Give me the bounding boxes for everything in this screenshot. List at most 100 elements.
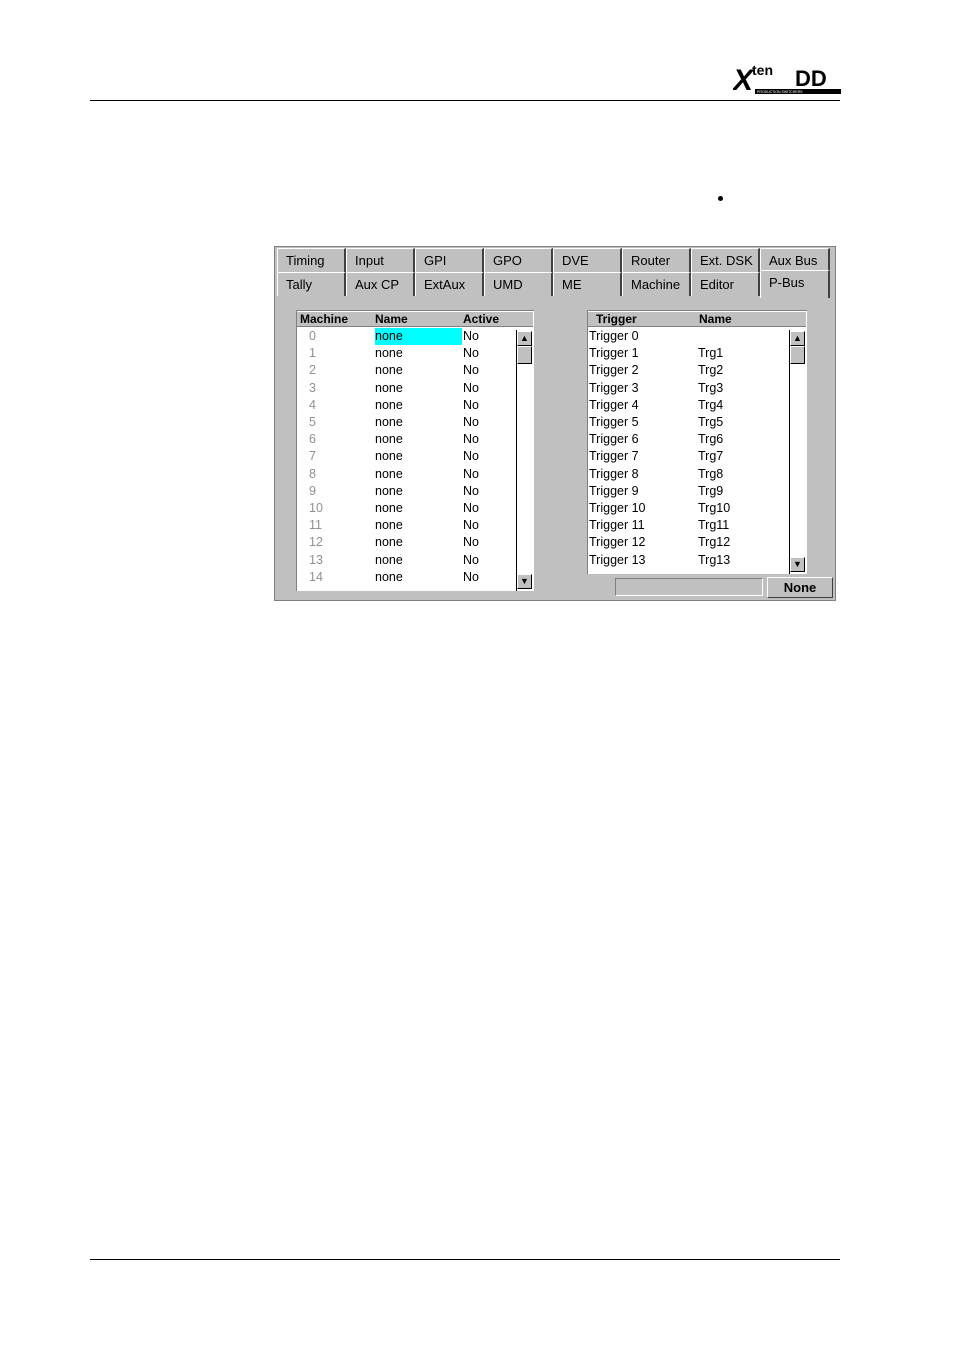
tab-aux-bus[interactable]: Aux Bus bbox=[760, 248, 830, 272]
table-row[interactable]: Trigger 6 Trg6 bbox=[588, 431, 788, 448]
trigger-name: Trg10 bbox=[698, 501, 731, 515]
machine-number: 7 bbox=[309, 449, 316, 464]
tab-router[interactable]: Router bbox=[622, 248, 691, 272]
machine-name: none bbox=[375, 501, 403, 515]
machine-active: No bbox=[463, 535, 479, 550]
tab-editor[interactable]: Editor bbox=[691, 272, 760, 296]
table-row[interactable]: 0 none No bbox=[297, 328, 515, 345]
machine-name: none bbox=[375, 397, 403, 412]
tab-tally[interactable]: Tally bbox=[277, 272, 346, 296]
machine-number: 14 bbox=[309, 569, 323, 584]
header-trigger: Trigger bbox=[596, 312, 637, 326]
machine-name: none bbox=[375, 466, 403, 481]
trigger-name: Trg11 bbox=[698, 518, 730, 533]
table-row[interactable]: 7 none No bbox=[297, 448, 515, 465]
scroll-up-arrow-icon[interactable]: ▲ bbox=[790, 331, 805, 346]
tab-input[interactable]: Input bbox=[346, 248, 415, 272]
tab-gpo[interactable]: GPO bbox=[484, 248, 553, 272]
machine-active: No bbox=[463, 518, 479, 533]
table-row[interactable]: Trigger 4 Trg4 bbox=[588, 397, 788, 414]
table-row[interactable]: Trigger 7 Trg7 bbox=[588, 448, 788, 465]
tab-machine[interactable]: Machine bbox=[622, 272, 691, 296]
tab-timing[interactable]: Timing bbox=[277, 248, 346, 272]
trigger-label: Trigger 1 bbox=[589, 346, 639, 361]
scroll-down-arrow-icon[interactable]: ▼ bbox=[790, 557, 805, 572]
trigger-label: Trigger 7 bbox=[589, 449, 639, 464]
header-active: Active bbox=[463, 312, 500, 326]
machine-number: 8 bbox=[309, 466, 316, 481]
trigger-scrollbar[interactable]: ▲ ▼ bbox=[789, 330, 806, 574]
header-name: Name bbox=[375, 312, 408, 326]
trigger-list[interactable]: Trigger Name Trigger 0 Trigger 1 Trg1 Trigg… bbox=[587, 310, 807, 574]
scroll-thumb[interactable] bbox=[790, 346, 805, 364]
trigger-label: Trigger 3 bbox=[589, 380, 639, 395]
table-row[interactable]: 11 none No bbox=[297, 517, 515, 534]
table-row[interactable]: 10 none No bbox=[297, 500, 515, 517]
table-row[interactable]: Trigger 5 Trg5 bbox=[588, 414, 788, 431]
trigger-label: Trigger 6 bbox=[589, 432, 639, 447]
machine-active: No bbox=[463, 346, 479, 361]
machine-active: No bbox=[463, 397, 479, 412]
trigger-name: Trg4 bbox=[698, 397, 724, 412]
machine-number: 10 bbox=[309, 501, 323, 515]
machine-active: No bbox=[463, 466, 479, 481]
header-rule bbox=[90, 100, 840, 101]
scroll-thumb[interactable] bbox=[517, 346, 532, 364]
tab-extaux[interactable]: ExtAux bbox=[415, 272, 484, 296]
table-row[interactable]: 13 none No bbox=[297, 552, 515, 569]
tab-p-bus[interactable]: P-Bus bbox=[760, 270, 830, 298]
table-row[interactable]: Trigger 2 Trg2 bbox=[588, 362, 788, 379]
machine-name: none bbox=[375, 569, 403, 584]
table-row[interactable]: 5 none No bbox=[297, 414, 515, 431]
scroll-up-arrow-icon[interactable]: ▲ bbox=[517, 331, 532, 346]
trigger-label: Trigger 10 bbox=[589, 501, 646, 515]
table-row[interactable]: Trigger 3 Trg3 bbox=[588, 380, 788, 397]
machine-number: 11 bbox=[309, 518, 322, 533]
table-row[interactable]: 8 none No bbox=[297, 466, 515, 483]
table-row[interactable]: 6 none No bbox=[297, 431, 515, 448]
header-trigger-name: Name bbox=[699, 312, 732, 326]
machine-scrollbar[interactable]: ▲ ▼ bbox=[516, 330, 533, 591]
machine-number: 13 bbox=[309, 552, 323, 567]
footer-rule bbox=[90, 1259, 840, 1260]
tab-me[interactable]: ME bbox=[553, 272, 622, 296]
table-row[interactable]: 3 none No bbox=[297, 380, 515, 397]
machine-name: none bbox=[375, 415, 403, 429]
table-row[interactable]: Trigger 13 Trg13 bbox=[588, 552, 788, 569]
tab-dve[interactable]: DVE bbox=[553, 248, 622, 272]
machine-number: 6 bbox=[309, 432, 316, 447]
table-row[interactable]: 14 none No bbox=[297, 569, 515, 586]
none-button[interactable]: None bbox=[767, 577, 833, 598]
table-row[interactable]: Trigger 11 Trg11 bbox=[588, 517, 788, 534]
table-row[interactable]: Trigger 9 Trg9 bbox=[588, 483, 788, 500]
table-row[interactable]: 1 none No bbox=[297, 345, 515, 362]
table-row[interactable]: 9 none No bbox=[297, 483, 515, 500]
table-row[interactable]: Trigger 12 Trg12 bbox=[588, 534, 788, 551]
machine-name: none bbox=[375, 552, 403, 567]
trigger-label: Trigger 12 bbox=[589, 535, 646, 550]
tab-gpi[interactable]: GPI bbox=[415, 248, 484, 272]
trigger-label: Trigger 0 bbox=[589, 329, 639, 343]
table-row[interactable]: 12 none No bbox=[297, 534, 515, 551]
scroll-down-arrow-icon[interactable]: ▼ bbox=[517, 574, 532, 589]
machine-list[interactable]: Machine Name Active 0 none No 1 none No 2 none N… bbox=[296, 310, 534, 591]
table-row[interactable]: Trigger 1 Trg1 bbox=[588, 345, 788, 362]
table-row[interactable]: 4 none No bbox=[297, 397, 515, 414]
trigger-name-field[interactable] bbox=[615, 578, 763, 596]
table-row[interactable]: Trigger 0 bbox=[588, 328, 788, 345]
trigger-name: Trg8 bbox=[698, 466, 724, 481]
trigger-name: Trg5 bbox=[698, 415, 724, 429]
machine-name: none bbox=[375, 363, 403, 378]
table-row[interactable]: 2 none No bbox=[297, 362, 515, 379]
machine-number: 4 bbox=[309, 397, 316, 412]
table-row[interactable]: Trigger 10 Trg10 bbox=[588, 500, 788, 517]
trigger-label: Trigger 9 bbox=[589, 483, 639, 498]
machine-active: No bbox=[463, 432, 479, 447]
tab-aux-cp[interactable]: Aux CP bbox=[346, 272, 415, 296]
machine-name: none bbox=[375, 328, 462, 345]
trigger-label: Trigger 11 bbox=[589, 518, 645, 533]
tab-ext-dsk[interactable]: Ext. DSK bbox=[691, 248, 760, 272]
machine-name: none bbox=[375, 380, 403, 395]
tab-umd[interactable]: UMD bbox=[484, 272, 553, 296]
table-row[interactable]: Trigger 8 Trg8 bbox=[588, 466, 788, 483]
